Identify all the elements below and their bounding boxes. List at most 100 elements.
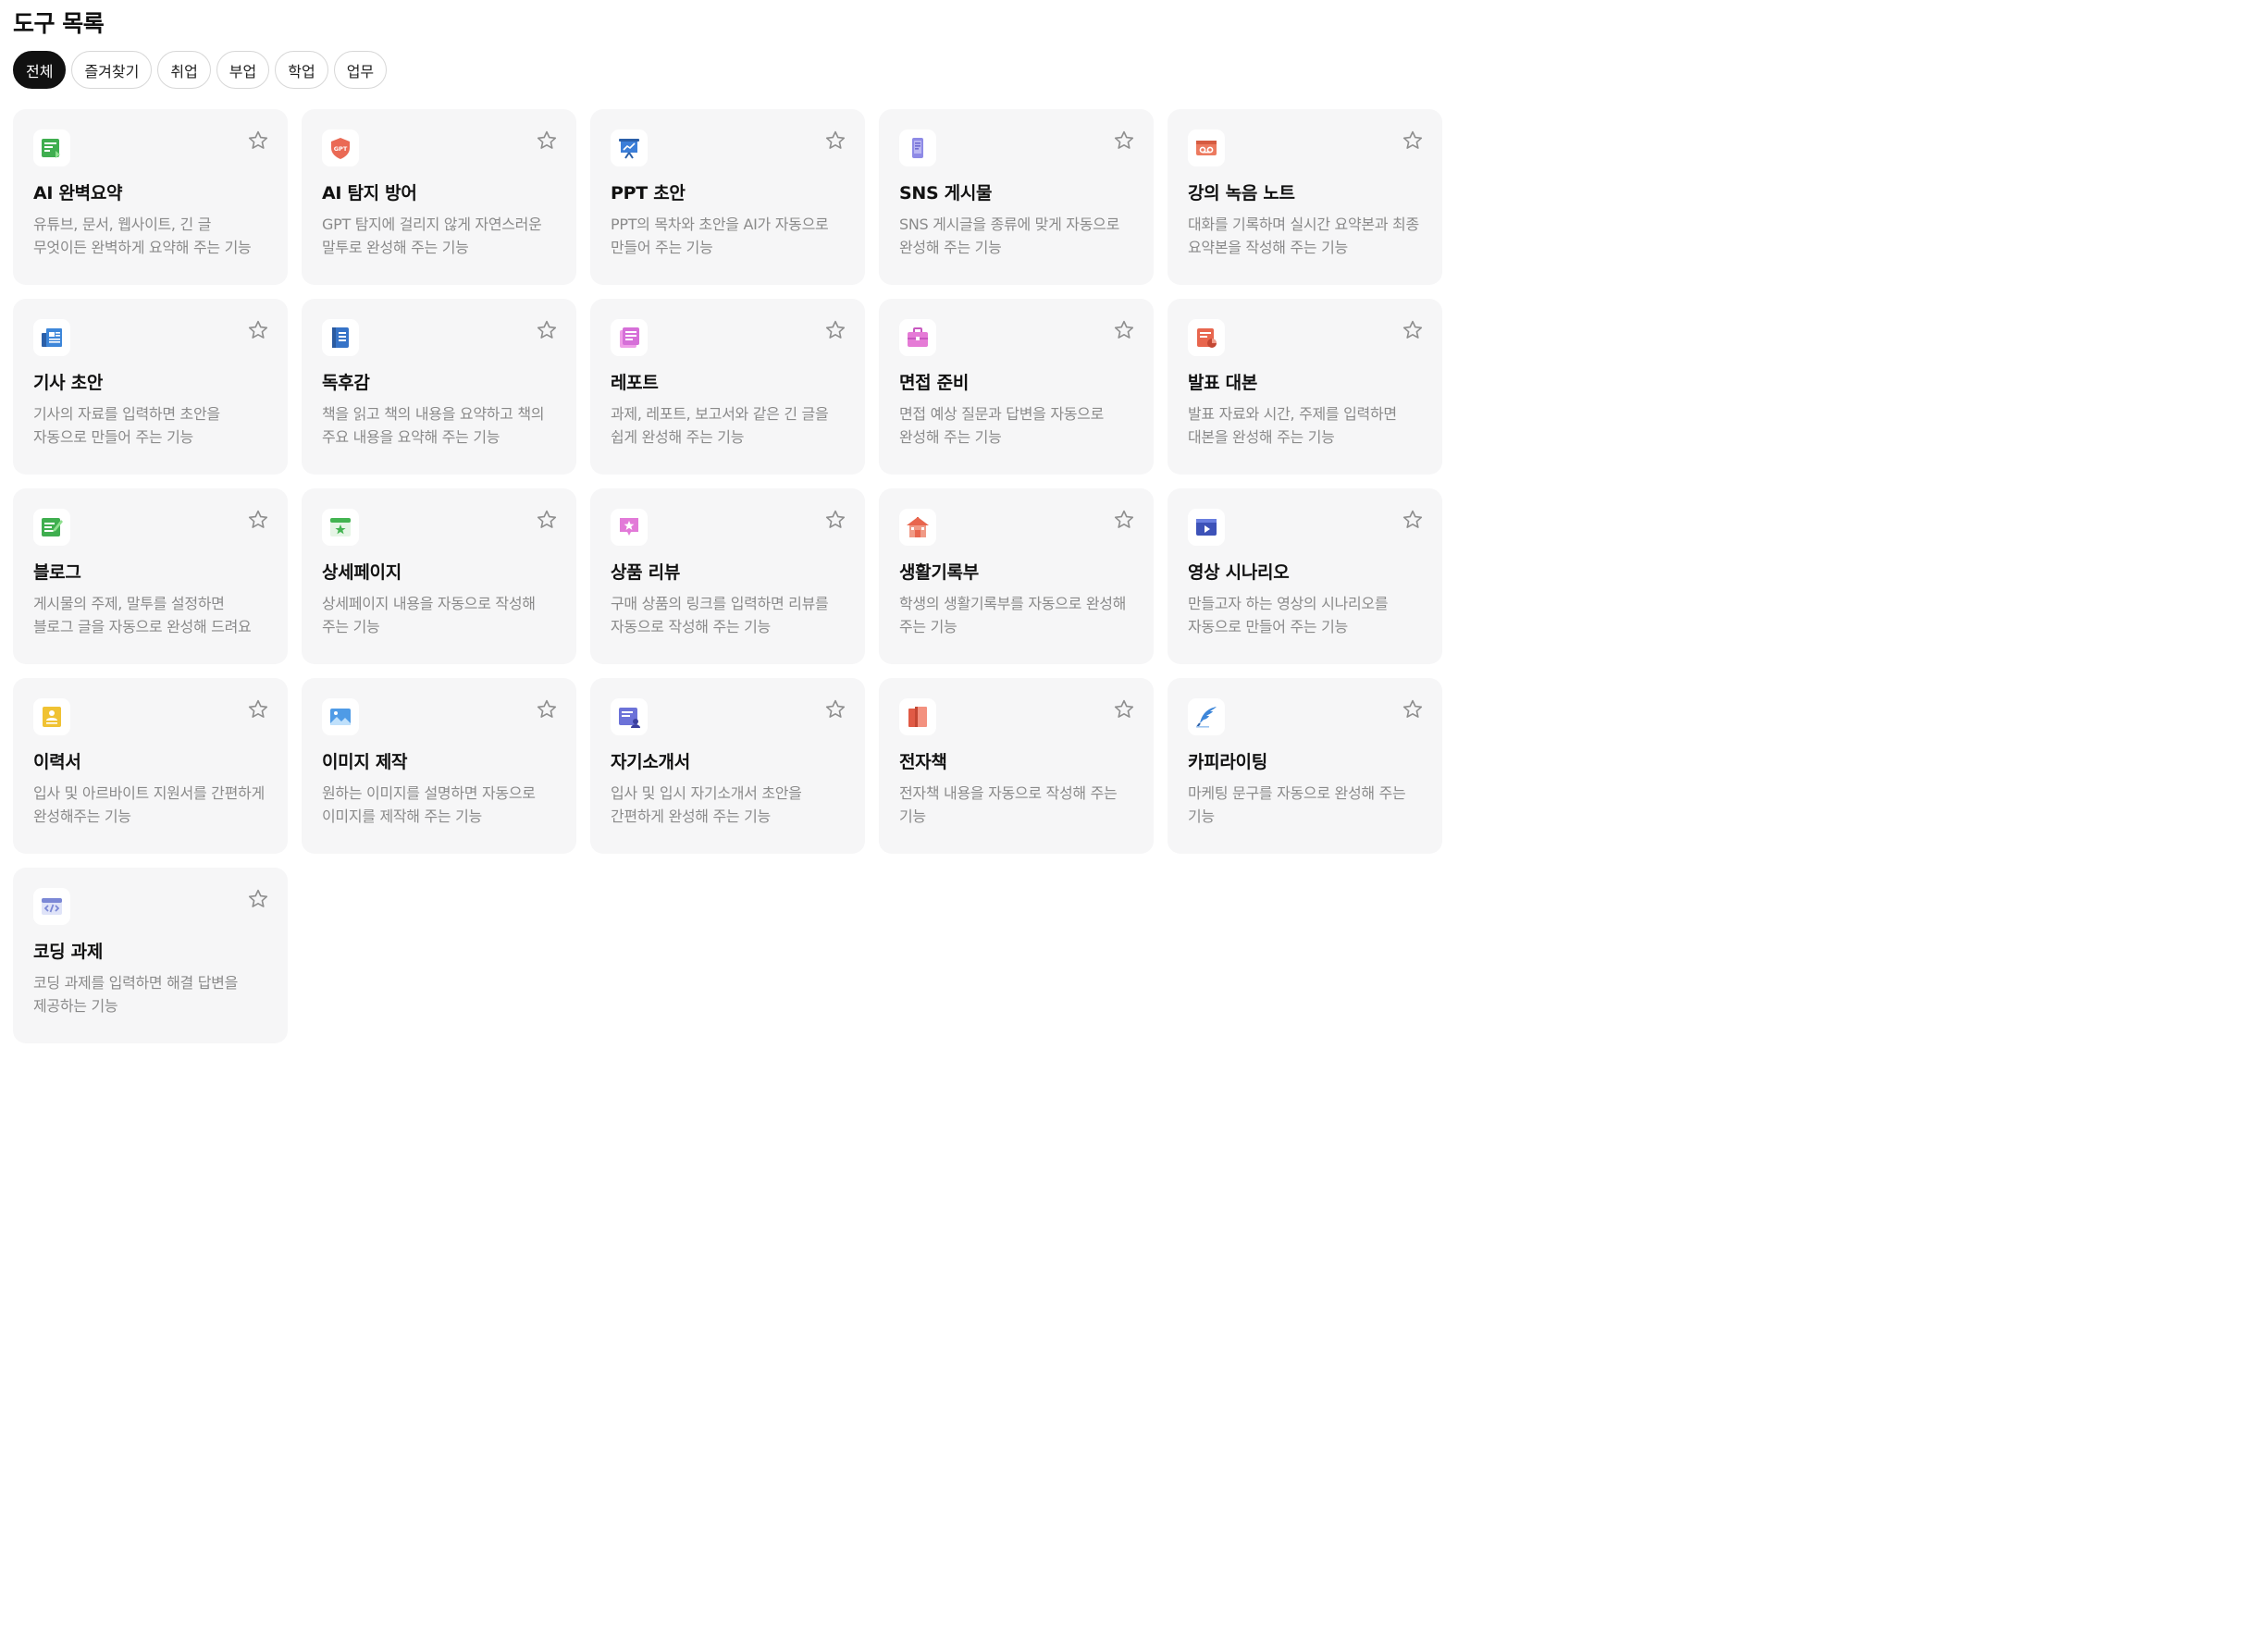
tool-card[interactable]: 전자책전자책 내용을 자동으로 작성해 주는 기능 (879, 678, 1154, 854)
favorite-star-icon[interactable] (536, 509, 558, 531)
favorite-star-icon[interactable] (247, 129, 269, 152)
self-intro-icon (611, 698, 648, 735)
tool-description: 대화를 기록하며 실시간 요약본과 최종 요약본을 작성해 주는 기능 (1188, 216, 1419, 256)
tool-description: 입사 및 아르바이트 지원서를 간편하게 완성해주는 기능 (33, 784, 265, 825)
tool-description: 기사의 자료를 입력하면 초안을 자동으로 만들어 주는 기능 (33, 405, 220, 446)
tool-description: 구매 상품의 링크를 입력하면 리뷰를 자동으로 작성해 주는 기능 (611, 595, 829, 635)
school-icon (899, 509, 936, 546)
svg-text:GPT: GPT (334, 145, 348, 153)
tool-card[interactable]: PPT 초안 PPT의 목차와 초안을 AI가 자동으로 만들어 주는 기능 (590, 109, 865, 285)
tool-description: GPT 탐지에 걸리지 않게 자연스러운 말투로 완성해 주는 기능 (322, 216, 542, 256)
tool-card[interactable]: AI 완벽요약유튜브, 문서, 웹사이트, 긴 글 무엇이든 완벽하게 요약해 … (13, 109, 288, 285)
tool-description: 면접 예상 질문과 답변을 자동으로 완성해 주는 기능 (899, 405, 1105, 446)
tool-card[interactable]: 영상 시나리오 만들고자 하는 영상의 시나리오를 자동으로 만들어 주는 기능 (1168, 488, 1442, 664)
tool-card[interactable]: 카피라이팅마케팅 문구를 자동으로 완성해 주는 기능 (1168, 678, 1442, 854)
tool-title: 면접 준비 (899, 373, 970, 393)
tool-description: 전자책 내용을 자동으로 작성해 주는 기능 (899, 784, 1118, 825)
tool-card[interactable]: 독후감책을 읽고 책의 내용을 요약하고 책의 주요 내용을 요약해 주는 기능 (302, 299, 576, 475)
tool-card[interactable]: 레포트과제, 레포트, 보고서와 같은 긴 글을 쉽게 완성해 주는 기능 (590, 299, 865, 475)
tool-grid: AI 완벽요약유튜브, 문서, 웹사이트, 긴 글 무엇이든 완벽하게 요약해 … (13, 109, 1442, 1043)
filter-tabs: 전체 즐겨찾기 취업 부업 학업 업무 (13, 51, 388, 89)
favorite-star-icon[interactable] (536, 698, 558, 721)
favorite-star-icon[interactable] (1113, 698, 1135, 721)
tool-title: 블로그 (33, 562, 81, 583)
favorite-star-icon[interactable] (824, 698, 846, 721)
tool-description: 원하는 이미지를 설명하면 자동으로 이미지를 제작해 주는 기능 (322, 784, 536, 825)
tool-description: 마케팅 문구를 자동으로 완성해 주는 기능 (1188, 784, 1406, 825)
tool-title: 독후감 (322, 373, 370, 393)
favorite-star-icon[interactable] (1113, 129, 1135, 152)
favorite-star-icon[interactable] (247, 888, 269, 910)
tool-description: SNS 게시글을 종류에 맞게 자동으로 완성해 주는 기능 (899, 216, 1119, 256)
tool-card[interactable]: 상세페이지상세페이지 내용을 자동으로 작성해 주는 기능 (302, 488, 576, 664)
tool-title: 기사 초안 (33, 373, 104, 393)
favorite-star-icon[interactable] (824, 129, 846, 152)
favorite-star-icon[interactable] (824, 509, 846, 531)
filter-chip[interactable]: 즐겨찾기 (71, 51, 153, 89)
tool-card[interactable]: 강의 녹음 노트대화를 기록하며 실시간 요약본과 최종 요약본을 작성해 주는… (1168, 109, 1442, 285)
tool-card[interactable]: 이미지 제작원하는 이미지를 설명하면 자동으로 이미지를 제작해 주는 기능 (302, 678, 576, 854)
tool-title: AI 탐지 방어 (322, 183, 417, 203)
tool-list-page: 도구 목록 전체 즐겨찾기 취업 부업 학업 업무 AI 완벽요약유튜브, 문서, 웹사이… (0, 0, 1451, 1057)
favorite-star-icon[interactable] (1402, 319, 1424, 341)
tool-title: 코딩 과제 (33, 942, 104, 962)
tool-title: 전자책 (899, 752, 947, 772)
favorite-star-icon[interactable] (1402, 129, 1424, 152)
favorite-star-icon[interactable] (1402, 509, 1424, 531)
resume-icon (33, 698, 70, 735)
filter-chip[interactable]: 취업 (157, 51, 211, 89)
presentation-icon (611, 129, 648, 166)
video-icon (1188, 509, 1225, 546)
tool-card[interactable]: 이력서입사 및 아르바이트 지원서를 간편하게 완성해주는 기능 (13, 678, 288, 854)
tool-title: 상세페이지 (322, 562, 402, 583)
tool-card[interactable]: SNS 게시물 SNS 게시글을 종류에 맞게 자동으로 완성해 주는 기능 (879, 109, 1154, 285)
favorite-star-icon[interactable] (536, 129, 558, 152)
book-icon (322, 319, 359, 356)
tool-description: 상세페이지 내용을 자동으로 작성해 주는 기능 (322, 595, 536, 635)
tool-card[interactable]: 기사 초안기사의 자료를 입력하면 초안을 자동으로 만들어 주는 기능 (13, 299, 288, 475)
image-icon (322, 698, 359, 735)
tool-title: 자기소개서 (611, 752, 690, 772)
filter-chip[interactable]: 전체 (13, 51, 67, 89)
tool-card[interactable]: GPT AI 탐지 방어 GPT 탐지에 걸리지 않게 자연스러운 말투로 완성해 … (302, 109, 576, 285)
page-title: 도구 목록 (13, 10, 105, 37)
favorite-star-icon[interactable] (1113, 319, 1135, 341)
tool-title: 이미지 제작 (322, 752, 408, 772)
favorite-star-icon[interactable] (1402, 698, 1424, 721)
favorite-star-icon[interactable] (247, 698, 269, 721)
tool-title: 레포트 (611, 373, 659, 393)
favorite-star-icon[interactable] (247, 509, 269, 531)
tool-title: SNS 게시물 (899, 183, 993, 203)
ebook-icon (899, 698, 936, 735)
filter-chip[interactable]: 학업 (275, 51, 328, 89)
favorite-star-icon[interactable] (1113, 509, 1135, 531)
favorite-star-icon[interactable] (824, 319, 846, 341)
tool-description: 만들고자 하는 영상의 시나리오를 자동으로 만들어 주는 기능 (1188, 595, 1389, 635)
detail-page-icon (322, 509, 359, 546)
tool-title: AI 완벽요약 (33, 183, 123, 203)
tool-title: 강의 녹음 노트 (1188, 183, 1295, 203)
tool-description: 유튜브, 문서, 웹사이트, 긴 글 무엇이든 완벽하게 요약해 주는 기능 (33, 216, 252, 256)
tool-description: 과제, 레포트, 보고서와 같은 긴 글을 쉽게 완성해 주는 기능 (611, 405, 829, 446)
tool-card[interactable]: 발표 대본 발표 자료와 시간, 주제를 입력하면 대본을 완성해 주는 기능 (1168, 299, 1442, 475)
review-icon (611, 509, 648, 546)
tool-card[interactable]: 면접 준비면접 예상 질문과 답변을 자동으로 완성해 주는 기능 (879, 299, 1154, 475)
tool-description: 학생의 생활기록부를 자동으로 완성해 주는 기능 (899, 595, 1127, 635)
tool-card[interactable]: 블로그 게시물의 주제, 말투를 설정하면 블로그 글을 자동으로 완성해 드려요 (13, 488, 288, 664)
tool-title: 카피라이팅 (1188, 752, 1267, 772)
tool-description: 코딩 과제를 입력하면 해결 답변을 제공하는 기능 (33, 974, 239, 1015)
tool-title: 상품 리뷰 (611, 562, 681, 583)
filter-chip[interactable]: 부업 (216, 51, 270, 89)
favorite-star-icon[interactable] (247, 319, 269, 341)
tool-card[interactable]: 코딩 과제코딩 과제를 입력하면 해결 답변을 제공하는 기능 (13, 868, 288, 1043)
tool-card[interactable]: 생활기록부 학생의 생활기록부를 자동으로 완성해 주는 기능 (879, 488, 1154, 664)
tool-card[interactable]: 상품 리뷰구매 상품의 링크를 입력하면 리뷰를 자동으로 작성해 주는 기능 (590, 488, 865, 664)
favorite-star-icon[interactable] (536, 319, 558, 341)
tool-card[interactable]: 자기소개서 입사 및 입시 자기소개서 초안을 간편하게 완성해 주는 기능 (590, 678, 865, 854)
blog-icon (33, 509, 70, 546)
gpt-shield-icon: GPT (322, 129, 359, 166)
tool-title: 이력서 (33, 752, 81, 772)
filter-chip[interactable]: 업무 (333, 51, 388, 89)
tool-description: 책을 읽고 책의 내용을 요약하고 책의 주요 내용을 요약해 주는 기능 (322, 405, 545, 446)
newspaper-icon (33, 319, 70, 356)
